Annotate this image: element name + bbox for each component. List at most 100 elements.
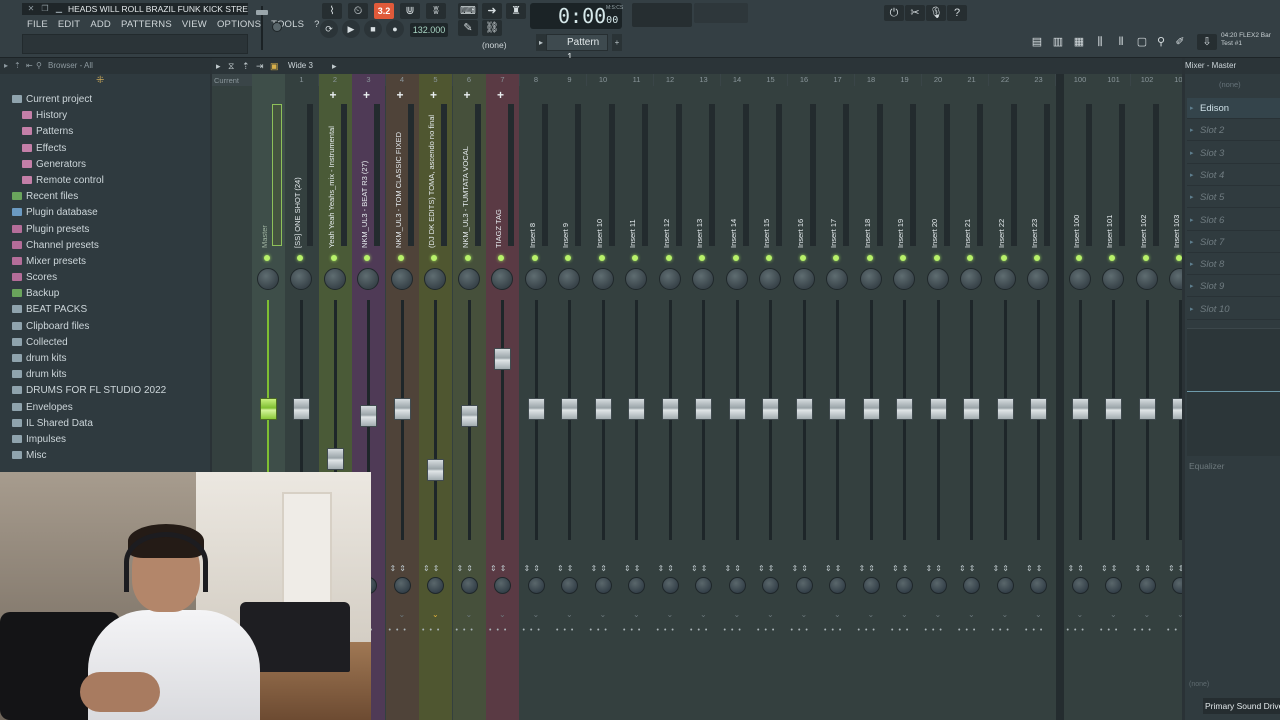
pattern-selector[interactable]: Pattern 1 bbox=[546, 34, 608, 63]
enable-led[interactable] bbox=[330, 255, 337, 261]
effect-slot-5[interactable]: ▸ Slot 5 bbox=[1187, 187, 1280, 209]
effect-slot-9[interactable]: ▸ Slot 9 bbox=[1187, 276, 1280, 298]
volume-fader[interactable] bbox=[293, 398, 310, 421]
volume-fader[interactable] bbox=[427, 459, 444, 482]
stereo-separation-knob[interactable] bbox=[594, 577, 612, 594]
browser-item-backup[interactable]: Backup bbox=[0, 286, 210, 302]
mixer-collapse-icon[interactable]: ⇥ bbox=[256, 58, 264, 74]
browser-item-remote-control[interactable]: Remote control bbox=[0, 173, 210, 189]
browser-item-clipboard-files[interactable]: Clipboard files bbox=[0, 319, 210, 335]
effect-slot-8[interactable]: ▸ Slot 8 bbox=[1187, 254, 1280, 276]
browser-item-plugin-presets[interactable]: Plugin presets bbox=[0, 222, 210, 238]
pan-knob[interactable] bbox=[424, 268, 446, 290]
mixer-strip[interactable]: 13 Insert 13 ⇕⇕ ⌄ ••• bbox=[687, 74, 720, 720]
volume-fader[interactable] bbox=[896, 398, 913, 421]
effect-slot-1[interactable]: ▸ Edison bbox=[1187, 98, 1280, 119]
mixer-strip[interactable]: 20 Insert 20 ⇕⇕ ⌄ ••• bbox=[921, 74, 955, 720]
stereo-separation-knob[interactable] bbox=[963, 577, 980, 594]
route-arrow-icon[interactable]: ⌄ bbox=[533, 610, 540, 619]
volume-fader[interactable] bbox=[561, 398, 578, 421]
stereo-swap-icon[interactable]: ⇕⇕ bbox=[926, 564, 945, 573]
piano-roll-icon[interactable]: ▦ bbox=[1069, 34, 1089, 50]
cut-icon[interactable]: ✂ bbox=[905, 5, 925, 21]
mixer-strip[interactable]: 21 Insert 21 ⇕⇕ ⌄ ••• bbox=[955, 74, 988, 720]
stereo-swap-icon[interactable]: ⇕⇕ bbox=[457, 564, 476, 573]
volume-fader[interactable] bbox=[762, 398, 779, 421]
slot-arrow-icon[interactable]: ▸ bbox=[1190, 232, 1194, 253]
mixer-strip[interactable]: 100 Insert 100 ⇕⇕ ⌄ ••• bbox=[1063, 74, 1097, 720]
stereo-swap-icon[interactable]: ⇕⇕ bbox=[892, 564, 911, 573]
mixer-icon[interactable]: ⫼ bbox=[1090, 34, 1110, 50]
browser-item-drum-kits[interactable]: drum kits bbox=[0, 367, 210, 383]
plugin-picker-icon[interactable]: ⚲ bbox=[1151, 34, 1171, 50]
route-arrow-icon[interactable]: ⌄ bbox=[633, 610, 640, 619]
menu-patterns[interactable]: PATTERNS bbox=[116, 17, 177, 33]
volume-fader[interactable] bbox=[728, 398, 746, 421]
route-arrow-icon[interactable]: ⌄ bbox=[767, 610, 774, 619]
io-dots[interactable]: ••• bbox=[422, 627, 444, 634]
mixer-layout-icon[interactable]: ▣ bbox=[270, 58, 279, 74]
stereo-swap-icon[interactable]: ⇕⇕ bbox=[758, 564, 777, 573]
close-window-icon[interactable]: ✕ bbox=[26, 4, 36, 13]
route-arrow-icon[interactable]: ⌄ bbox=[1144, 610, 1151, 619]
mixer-menu-icon[interactable]: ▸ bbox=[216, 58, 221, 74]
pan-knob[interactable] bbox=[792, 268, 815, 290]
enable-led[interactable] bbox=[364, 255, 370, 261]
route-arrow-icon[interactable]: ⌄ bbox=[1177, 610, 1182, 619]
route-arrow-icon[interactable]: ⌄ bbox=[566, 610, 573, 619]
stereo-swap-icon[interactable]: ⇕⇕ bbox=[993, 564, 1012, 573]
equalizer-graph[interactable] bbox=[1187, 328, 1280, 456]
route-arrow-icon[interactable]: ⌄ bbox=[734, 610, 741, 619]
mixer-strip[interactable]: 12 Insert 12 ⇕⇕ ⌄ ••• bbox=[653, 74, 687, 720]
slot-arrow-icon[interactable]: ▸ bbox=[1190, 143, 1194, 164]
fader-track[interactable] bbox=[434, 300, 437, 540]
io-dots[interactable]: ••• bbox=[958, 627, 980, 634]
strip-name[interactable]: Insert 103 bbox=[1172, 104, 1182, 248]
enable-led[interactable] bbox=[264, 255, 270, 261]
pan-knob[interactable] bbox=[323, 268, 346, 290]
browser-item-envelopes[interactable]: Envelopes bbox=[0, 400, 210, 416]
pattern-add-icon[interactable]: + bbox=[612, 34, 622, 51]
pan-knob[interactable] bbox=[960, 268, 982, 290]
mixer-strip[interactable]: 16 Insert 16 ⇕⇕ ⌄ ••• bbox=[787, 74, 821, 720]
tempo-display[interactable]: 132.000 bbox=[410, 23, 448, 37]
mixer-strip[interactable]: 23 Insert 23 ⇕⇕ ⌄ ••• bbox=[1022, 74, 1055, 720]
stereo-separation-knob[interactable] bbox=[1105, 577, 1122, 594]
pan-knob[interactable] bbox=[390, 268, 413, 290]
stereo-swap-icon[interactable]: ⇕⇕ bbox=[390, 564, 409, 573]
enable-led[interactable] bbox=[732, 255, 739, 261]
browser-icon[interactable]: ▢ bbox=[1132, 34, 1152, 50]
io-dots[interactable]: ••• bbox=[1025, 627, 1047, 634]
browser-item-mixer-presets[interactable]: Mixer presets bbox=[0, 254, 210, 270]
volume-fader[interactable] bbox=[494, 347, 511, 370]
menu-file[interactable]: FILE bbox=[22, 17, 53, 33]
pan-knob[interactable] bbox=[859, 268, 882, 290]
download-icon[interactable]: ⇩ bbox=[1197, 34, 1217, 50]
mixer-strip[interactable]: 101 Insert 101 ⇕⇕ ⌄ ••• bbox=[1097, 74, 1130, 720]
pan-knob[interactable] bbox=[759, 268, 781, 290]
mixer-strip[interactable]: 10 Insert 10 ⇕⇕ ⌄ ••• bbox=[586, 74, 620, 720]
power-icon[interactable]: ⏻ bbox=[884, 5, 904, 21]
io-dots[interactable]: ••• bbox=[389, 627, 411, 634]
stereo-separation-knob[interactable] bbox=[628, 577, 645, 594]
pan-knob[interactable] bbox=[1027, 268, 1049, 290]
help-icon[interactable]: ? bbox=[947, 5, 967, 21]
pencil-icon[interactable]: ✎ bbox=[458, 20, 478, 36]
mixer-strip[interactable]: 4 + NKM_UL3 - TOM CLASSIC FIXED ⇕⇕ ⌄ ••• bbox=[385, 74, 419, 720]
countdown-badge[interactable]: 3.2 bbox=[374, 3, 394, 19]
stereo-separation-knob[interactable] bbox=[1172, 577, 1182, 594]
fader-track[interactable] bbox=[501, 300, 504, 540]
stereo-separation-knob[interactable] bbox=[561, 577, 578, 594]
enable-led[interactable] bbox=[1176, 255, 1182, 261]
stereo-swap-icon[interactable]: ⇕⇕ bbox=[725, 564, 744, 573]
mixer-strip[interactable]: 9 Insert 9 ⇕⇕ ⌄ ••• bbox=[553, 74, 586, 720]
enable-led[interactable] bbox=[565, 255, 571, 261]
volume-fader[interactable] bbox=[829, 398, 846, 421]
io-dots[interactable]: ••• bbox=[858, 627, 880, 634]
minimize-window-icon[interactable]: ▁ bbox=[54, 4, 64, 13]
play-icon[interactable]: ▶ bbox=[342, 20, 360, 38]
stereo-swap-icon[interactable]: ⇕⇕ bbox=[825, 564, 844, 573]
stereo-separation-knob[interactable] bbox=[393, 577, 411, 594]
enable-led[interactable] bbox=[531, 255, 538, 261]
browser-item-collected[interactable]: Collected bbox=[0, 335, 210, 351]
